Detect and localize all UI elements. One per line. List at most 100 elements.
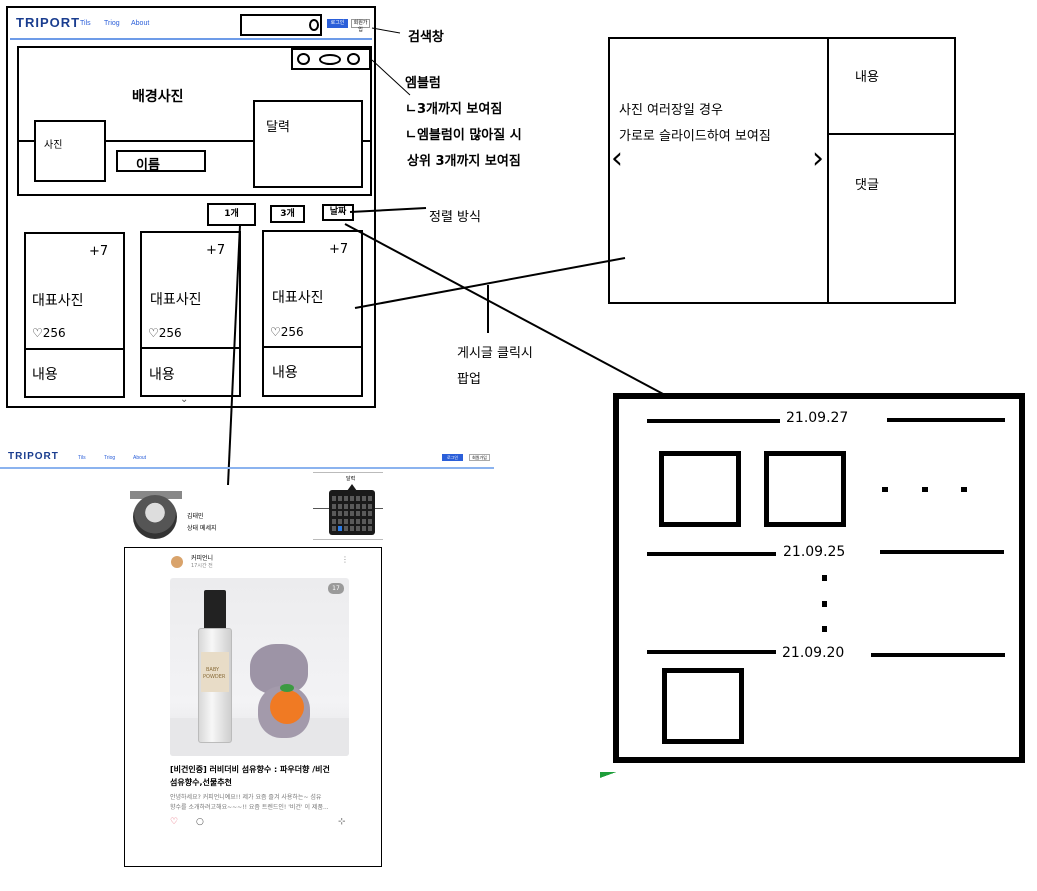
search-pointer-line xyxy=(371,27,401,34)
card-content: 내용 xyxy=(149,367,175,383)
calendar-day-cell[interactable] xyxy=(332,496,336,501)
card-likes[interactable]: ♡256 xyxy=(32,326,66,340)
calendar-day-cell[interactable] xyxy=(344,518,348,524)
calendar-day-cell[interactable] xyxy=(338,526,342,531)
calendar-day-cell[interactable] xyxy=(338,496,342,501)
mock-nav-about[interactable]: About xyxy=(133,455,146,461)
mock-logo[interactable]: TRIPORT xyxy=(8,451,59,462)
calendar-day-cell[interactable] xyxy=(332,526,336,531)
share-icon[interactable]: ⊹ xyxy=(338,817,346,827)
calendar-day-cell[interactable] xyxy=(338,518,342,524)
date-rule xyxy=(647,419,780,423)
calendar-day-cell[interactable] xyxy=(368,526,372,531)
calendar-pointer xyxy=(347,484,357,491)
wire-logo[interactable]: TRIPORT xyxy=(16,15,80,30)
wire-nav-tils[interactable]: Tils xyxy=(80,20,91,27)
wire-nav-about[interactable]: About xyxy=(131,20,149,27)
chevron-left-icon[interactable]: ‹ xyxy=(611,144,623,174)
calendar-day-cell[interactable] xyxy=(362,496,366,501)
calendar-day-cell[interactable] xyxy=(368,503,372,509)
ellipsis-dot xyxy=(822,575,827,581)
calendar-day-cell[interactable] xyxy=(362,518,366,524)
wire-signup-button[interactable]: 회원가입 xyxy=(351,19,370,33)
note-emblem-line1: ㄴ3개까지 보여짐 xyxy=(405,102,503,117)
mock-status-message: 상태 메세지 xyxy=(187,525,217,532)
mock-nav-triog[interactable]: Triog xyxy=(104,455,115,461)
calendar-day-cell[interactable] xyxy=(356,503,360,509)
calendar-day-cell[interactable] xyxy=(368,511,372,516)
date-rule xyxy=(880,550,1004,554)
more-menu-icon[interactable]: ⋮ xyxy=(341,555,349,564)
calendar-day-cell[interactable] xyxy=(350,503,354,509)
calendar-day-cell[interactable] xyxy=(344,511,348,516)
card-main-photo-label: 대표사진 xyxy=(272,290,324,306)
note-emblem-line2: ㄴ엠블럼이 많아질 시 xyxy=(405,128,522,143)
card-content: 내용 xyxy=(272,365,298,381)
calendar-day-cell[interactable] xyxy=(362,503,366,509)
mock-post-title-line2[interactable]: 섬유향수,선물추천 xyxy=(170,777,232,788)
calendar-day-cell[interactable] xyxy=(362,511,366,516)
mock-user-name: 김태민 xyxy=(187,513,204,520)
card-divider xyxy=(262,346,363,348)
calendar-day-cell[interactable] xyxy=(350,511,354,516)
note-search: 검색창 xyxy=(408,30,444,45)
card-main-photo-label: 대표사진 xyxy=(150,292,202,308)
mock-post-title-line1[interactable]: [비건인증] 러비더비 섬유향수 : 파우더향 /비건 xyxy=(170,764,330,775)
mock-author-avatar xyxy=(171,556,183,568)
mock-post-body-line1: 안녕하세요? 커피언니예요!! 제가 요즘 즐겨 사용하는~ 섬유 xyxy=(170,794,322,801)
heart-icon[interactable]: ♡ xyxy=(170,817,178,827)
photo-count-badge: 17 xyxy=(328,583,344,594)
mock-nav-tils[interactable]: Tils xyxy=(78,455,86,461)
sort-date-button[interactable]: 날짜 xyxy=(322,204,354,221)
calendar-day-cell[interactable] xyxy=(368,496,372,501)
date-rule xyxy=(647,650,776,654)
calendar-day-cell[interactable] xyxy=(356,526,360,531)
mock-login-button[interactable]: 로그인 xyxy=(442,454,463,461)
comment-icon[interactable]: ○ xyxy=(196,817,204,827)
calendar-day-cell[interactable] xyxy=(344,526,348,531)
calendar-day-cell[interactable] xyxy=(362,526,366,531)
calendar-day-cell[interactable] xyxy=(344,496,348,501)
chevron-down-icon[interactable]: ⌄ xyxy=(180,394,188,405)
mock-signup-button[interactable]: 회원가입 xyxy=(469,454,490,461)
card-likes[interactable]: ♡256 xyxy=(270,325,304,339)
card-photo-count: +7 xyxy=(206,243,226,258)
mock-post-body-line2: 향수를 소개하려고해요~~~!! 요즘 트렌드인! '비건' 이 제품... xyxy=(170,804,329,811)
calendar-day-cell[interactable] xyxy=(332,511,336,516)
wire-nav-triog[interactable]: Triog xyxy=(104,20,120,27)
calendar-day-cell[interactable] xyxy=(356,518,360,524)
date-label: 21.09.27 xyxy=(786,410,849,426)
timeline-photo[interactable] xyxy=(662,668,744,744)
search-icon[interactable] xyxy=(309,19,319,31)
calendar-day-cell[interactable] xyxy=(356,496,360,501)
mock-header-divider xyxy=(0,467,494,469)
emblem-icon xyxy=(297,53,310,65)
date-label: 21.09.20 xyxy=(782,645,845,661)
mock-post-photo[interactable]: BABY POWDER xyxy=(170,578,349,756)
calendar-day-cell[interactable] xyxy=(356,511,360,516)
mock-calendar-widget[interactable] xyxy=(329,490,375,535)
calendar-day-cell[interactable] xyxy=(350,496,354,501)
popup-horizontal-divider xyxy=(827,133,956,135)
timeline-photo[interactable] xyxy=(764,451,846,527)
wire-header-divider xyxy=(10,38,372,40)
card-likes[interactable]: ♡256 xyxy=(148,326,182,340)
calendar-day-cell[interactable] xyxy=(350,526,354,531)
ellipsis-dot xyxy=(961,487,967,492)
sort-three-button[interactable]: 3개 xyxy=(270,205,305,223)
timeline-photo[interactable] xyxy=(659,451,741,527)
calendar-day-cell[interactable] xyxy=(332,503,336,509)
calendar-day-cell[interactable] xyxy=(350,518,354,524)
green-mark xyxy=(600,772,624,778)
calendar-day-cell[interactable] xyxy=(332,518,336,524)
wire-login-button[interactable]: 로그인 xyxy=(327,19,348,28)
sort-one-button[interactable]: 1개 xyxy=(207,203,256,226)
chevron-right-icon[interactable]: › xyxy=(812,144,824,174)
calendar-day-cell[interactable] xyxy=(338,511,342,516)
calendar-day-cell[interactable] xyxy=(344,503,348,509)
card-divider xyxy=(140,347,241,349)
calendar-day-cell[interactable] xyxy=(338,503,342,509)
wire-profile-photo-label: 사진 xyxy=(44,140,63,151)
bottle-label-line2: POWDER xyxy=(203,674,226,680)
calendar-day-cell[interactable] xyxy=(368,518,372,524)
